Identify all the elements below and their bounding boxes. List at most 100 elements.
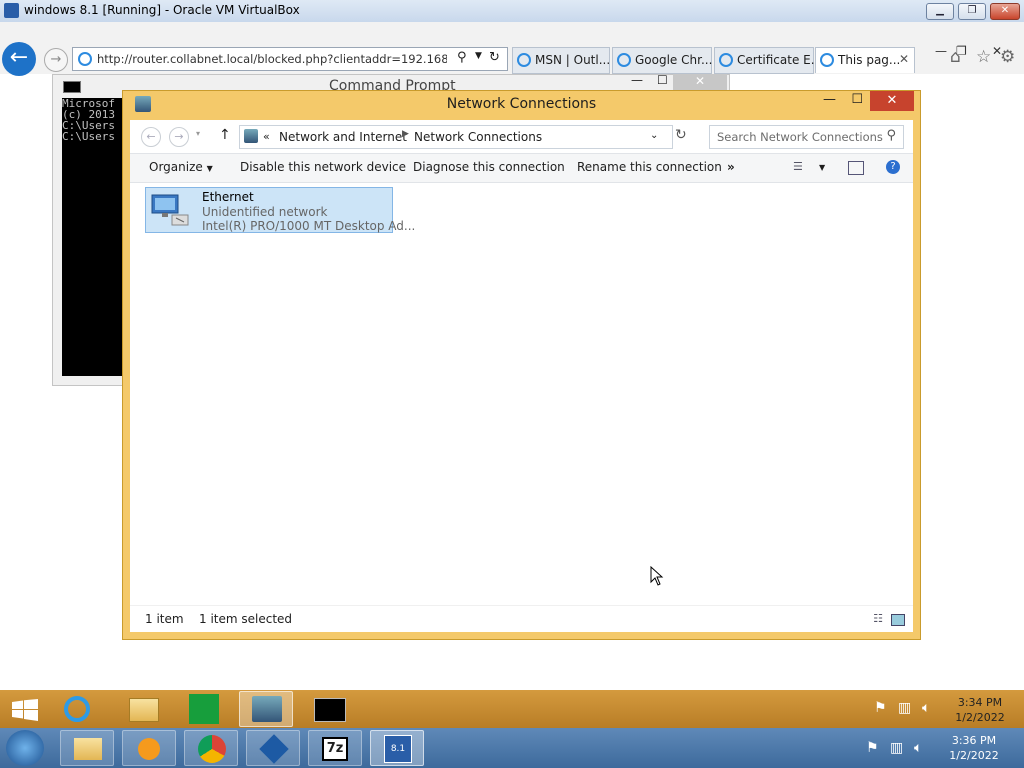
7zip-icon: 7z [322, 737, 348, 761]
large-icons-view-icon[interactable] [891, 614, 905, 626]
tab-label: MSN | Outl... [535, 53, 611, 67]
rename-button[interactable]: Rename this connection [577, 160, 722, 174]
host-taskbar: 7z 8.1 ⚑ ▥ 🔈︎ 3:36 PM 1/2/2022 [0, 728, 1024, 768]
guest-time: 3:34 PM [957, 696, 1003, 709]
status-item-count: 1 item [145, 612, 184, 626]
nc-minimize-button[interactable]: — [823, 92, 836, 107]
vbox-restore-button[interactable]: ❐ [958, 3, 986, 20]
favorites-icon[interactable]: ☆ [976, 47, 991, 67]
diagnose-button[interactable]: Diagnose this connection [413, 160, 565, 174]
breadcrumb-separator-icon[interactable]: ▶ [402, 129, 409, 139]
action-center-flag-icon[interactable]: ⚑ [874, 700, 887, 716]
network-tray-icon[interactable]: ▥ [898, 700, 911, 716]
tab-close-icon[interactable]: ✕ [899, 52, 909, 66]
more-commands-button[interactable]: » [727, 160, 735, 174]
cmd-maximize-button[interactable]: ☐ [657, 73, 668, 87]
ie-tab-icon [820, 53, 834, 67]
host-clock[interactable]: 3:36 PM 1/2/2022 [942, 733, 1006, 763]
help-icon[interactable]: ? [886, 160, 900, 174]
taskbar-network-connections[interactable] [239, 691, 293, 727]
gear-icon[interactable]: ⚙ [1000, 47, 1015, 67]
nc-recent-dropdown[interactable]: ▾ [196, 129, 200, 138]
organize-menu[interactable]: Organize ▼ [149, 160, 213, 174]
windows-start-icon[interactable] [12, 699, 38, 721]
up-arrow-icon[interactable]: ↑ [219, 127, 231, 143]
dropdown-icon[interactable]: ▼ [475, 51, 482, 61]
ethernet-connection-item[interactable]: Ethernet Unidentified network Intel(R) P… [145, 187, 415, 233]
virtualbox-title: windows 8.1 [Running] - Oracle VM Virtua… [24, 3, 300, 17]
breadcrumb-network-and-internet[interactable]: Network and Internet [279, 130, 407, 144]
host-time: 3:36 PM [951, 734, 997, 747]
nc-maximize-button[interactable]: ☐ [851, 92, 863, 107]
connection-status: Unidentified network [202, 205, 328, 219]
virtualbox-icon [259, 734, 289, 764]
guest-taskbar: ⚑ ▥ 🔈︎ 3:34 PM 1/2/2022 [0, 690, 1024, 728]
host-taskbar-chrome[interactable] [184, 730, 238, 766]
taskbar-internet-explorer[interactable] [51, 691, 105, 727]
network-adapter-icon [150, 193, 190, 227]
network-connections-window[interactable]: Network Connections — ☐ ✕ ← → ▾ ↑ « Netw… [122, 90, 921, 640]
tab-msn[interactable]: MSN | Outl... [512, 47, 610, 74]
control-panel-icon [244, 129, 258, 143]
host-taskbar-media-player[interactable] [122, 730, 176, 766]
breadcrumb-network-connections[interactable]: Network Connections [414, 130, 542, 144]
virtualbox-titlebar: windows 8.1 [Running] - Oracle VM Virtua… [0, 0, 1024, 23]
guest-clock[interactable]: 3:34 PM 1/2/2022 [950, 695, 1010, 725]
network-tray-icon[interactable]: ▥ [890, 740, 903, 756]
volume-icon[interactable]: 🔈︎ [914, 740, 922, 756]
action-center-flag-icon[interactable]: ⚑ [866, 740, 879, 756]
nc-titlebar: Network Connections — ☐ ✕ [123, 91, 920, 119]
tab-certificate[interactable]: Certificate E... [714, 47, 822, 74]
caret-down-icon: ▼ [206, 164, 213, 173]
address-bar[interactable]: http://router.collabnet.local/blocked.ph… [72, 47, 508, 71]
disable-device-button[interactable]: Disable this network device [240, 160, 406, 174]
nc-back-button[interactable]: ← [141, 127, 161, 147]
ie-minimize-button[interactable]: — [935, 44, 947, 58]
taskbar-command-prompt[interactable] [302, 691, 356, 727]
status-selected-count: 1 item selected [199, 612, 293, 626]
cmd-close-button[interactable]: ✕ [673, 74, 727, 90]
store-icon [189, 694, 219, 724]
tab-label: Certificate E... [737, 53, 823, 67]
search-icon[interactable]: ⚲ [886, 128, 896, 143]
host-taskbar-explorer[interactable] [60, 730, 114, 766]
cmd-console[interactable]: Microsof (c) 2013 C:\Users C:\Users [62, 98, 124, 376]
tab-google-chrome[interactable]: Google Chr... [612, 47, 712, 74]
host-taskbar-7zip[interactable]: 7z [308, 730, 362, 766]
nc-search-input[interactable]: Search Network Connections ⚲ [709, 125, 904, 149]
media-player-icon [138, 738, 160, 760]
view-dropdown-icon[interactable]: ▼ [819, 163, 825, 172]
chevron-down-icon[interactable]: ⌄ [650, 130, 658, 141]
nc-address-bar[interactable]: « Network and Internet ▶ Network Connect… [239, 125, 673, 149]
preview-pane-icon[interactable] [848, 161, 864, 175]
vbox-close-button[interactable]: ✕ [990, 3, 1020, 20]
ie-tab-icon [517, 53, 531, 67]
vbox-minimize-button[interactable]: ▁ [926, 3, 954, 20]
nc-status-bar: 1 item 1 item selected ☷ [130, 605, 913, 632]
mouse-cursor-icon [650, 565, 664, 589]
home-icon[interactable]: ⌂ [950, 47, 961, 67]
refresh-icon[interactable]: ↻ [489, 50, 500, 65]
host-taskbar-virtualbox[interactable] [246, 730, 300, 766]
search-icon[interactable]: ⚲ [457, 50, 467, 65]
back-button[interactable]: ← [2, 42, 36, 76]
nc-forward-button[interactable]: → [169, 127, 189, 147]
view-options-icon[interactable]: ☰ [793, 160, 803, 173]
host-date: 1/2/2022 [949, 749, 999, 762]
taskbar-store[interactable] [178, 691, 232, 727]
ie-tab-icon [719, 53, 733, 67]
command-prompt-icon [314, 698, 346, 722]
tab-this-page[interactable]: This pag... ✕ [815, 47, 915, 73]
nc-close-button[interactable]: ✕ [870, 91, 914, 111]
cmd-minimize-button[interactable]: — [631, 73, 643, 87]
windows-orb-icon[interactable] [6, 730, 44, 766]
host-taskbar-vm-window[interactable]: 8.1 [370, 730, 424, 766]
details-view-icon[interactable]: ☷ [873, 612, 883, 625]
tab-label: This pag... [838, 53, 901, 67]
volume-icon[interactable]: 🔈︎ [922, 700, 930, 716]
guest-date: 1/2/2022 [955, 711, 1005, 724]
forward-button[interactable]: → [44, 48, 68, 72]
nc-refresh-icon[interactable]: ↻ [675, 127, 687, 143]
ie-tab-icon [617, 53, 631, 67]
taskbar-file-explorer[interactable] [116, 691, 170, 727]
